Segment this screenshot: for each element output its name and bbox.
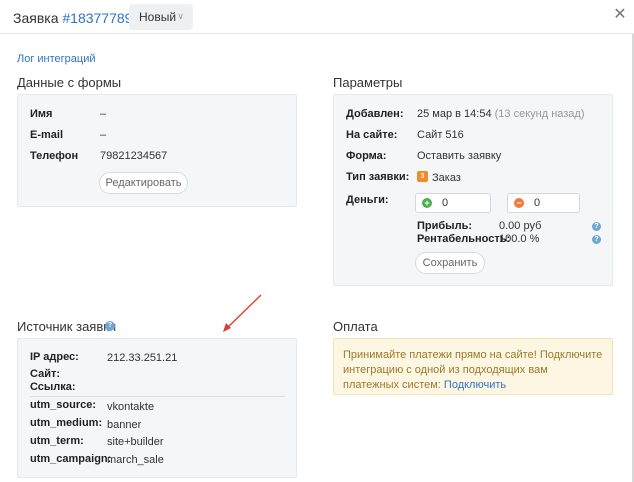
profit-value: 0.00 руб xyxy=(499,220,542,232)
help-icon[interactable]: ? xyxy=(105,321,115,331)
edit-button[interactable]: Редактировать xyxy=(99,172,188,194)
added-ago: (13 секунд назад) xyxy=(494,108,585,120)
status-label: Новый xyxy=(139,10,177,24)
source-site-label: Сайт: xyxy=(30,368,61,380)
margin-value: 100.0 % xyxy=(499,233,540,245)
save-button[interactable]: Сохранить xyxy=(415,252,485,274)
ip-label: IP адрес: xyxy=(30,351,79,363)
red-arrow-annotation xyxy=(223,294,262,332)
margin-label: Рентабельность: xyxy=(417,233,511,245)
form-section-title: Данные с формы xyxy=(17,75,122,90)
help-icon[interactable]: ? xyxy=(592,222,601,231)
page-title: Заявка #18377789 xyxy=(13,10,132,26)
plus-icon: + xyxy=(422,198,432,208)
ip-value: 212.33.251.21 xyxy=(107,352,178,364)
added-label: Добавлен: xyxy=(346,108,404,120)
integration-log-link[interactable]: Лог интеграций xyxy=(17,53,96,65)
utm-medium-label: utm_medium: xyxy=(30,417,103,429)
site-label: На сайте: xyxy=(346,129,398,141)
params-panel: Добавлен: 25 мар в 14:54 (13 секунд наза… xyxy=(333,94,613,286)
utm-campaign-value: march_sale xyxy=(107,454,164,466)
order-number: #18377789 xyxy=(62,10,133,26)
utm-source-label: utm_source: xyxy=(30,399,97,411)
utm-campaign-label: utm_campaign: xyxy=(30,453,112,465)
status-dropdown[interactable]: Новый ∨ xyxy=(129,4,193,30)
utm-medium-value: banner xyxy=(107,419,142,431)
params-section-title: Параметры xyxy=(333,75,403,90)
form-label: Форма: xyxy=(346,150,387,162)
source-section-title: Источник заявки xyxy=(17,319,116,334)
help-icon[interactable]: ? xyxy=(592,235,601,244)
profit-label: Прибыль: xyxy=(417,220,472,232)
divider xyxy=(30,396,285,397)
phone-label: Телефон xyxy=(30,150,79,162)
order-type-icon: 3 xyxy=(417,171,428,182)
chevron-down-icon: ∨ xyxy=(177,11,184,21)
payment-notice: Принимайте платежи прямо на сайте! Подкл… xyxy=(333,338,613,395)
name-value: – xyxy=(100,108,107,120)
connect-link[interactable]: Подключить xyxy=(444,379,506,391)
utm-term-label: utm_term: xyxy=(30,435,84,447)
email-label: E-mail xyxy=(30,129,64,141)
minus-icon: − xyxy=(514,198,524,208)
close-icon[interactable]: ✕ xyxy=(612,7,628,23)
money-label: Деньги: xyxy=(346,194,389,206)
email-value: – xyxy=(100,129,107,141)
phone-value: 79821234567 xyxy=(100,150,168,162)
added-date: 25 мар в 14:54 xyxy=(417,108,492,120)
form-data-panel: Имя – E-mail – Телефон 79821234567 Редак… xyxy=(17,94,297,207)
added-value: 25 мар в 14:54 (13 секунд назад) xyxy=(417,108,585,120)
form-link[interactable]: Оставить заявку xyxy=(417,150,501,162)
type-value: Заказ xyxy=(432,172,461,184)
source-title-text: Источник заявки xyxy=(17,319,117,334)
modal-header: Заявка #18377789 Новый ∨ ✕ xyxy=(0,0,634,34)
utm-source-value: vkontakte xyxy=(107,401,155,413)
name-label: Имя xyxy=(30,108,53,120)
type-label: Тип заявки: xyxy=(346,171,410,183)
title-prefix: Заявка xyxy=(13,10,59,26)
payment-section-title: Оплата xyxy=(333,319,378,334)
site-link[interactable]: Сайт 516 xyxy=(417,129,464,141)
source-panel: IP адрес: 212.33.251.21 Сайт: Ссылка: ut… xyxy=(17,338,297,478)
utm-term-value: site+builder xyxy=(107,436,164,448)
source-link-label: Ссылка: xyxy=(30,381,76,393)
